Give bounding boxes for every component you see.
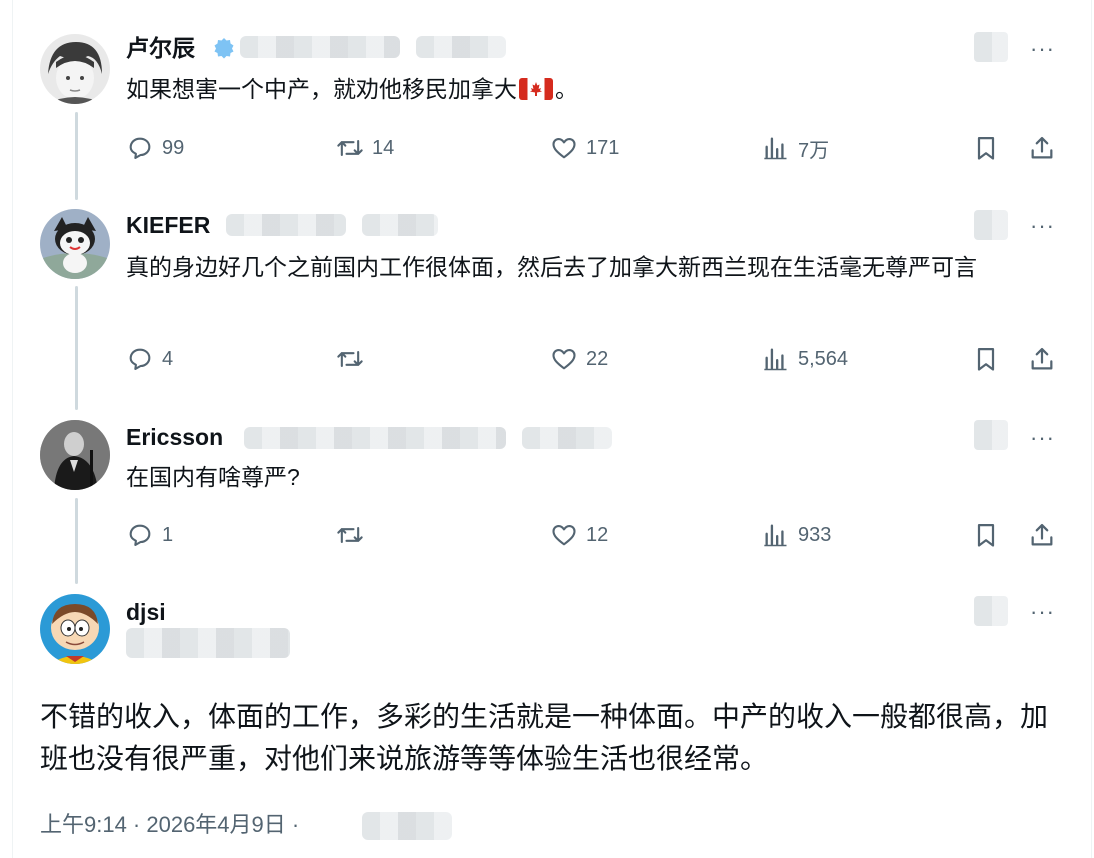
redacted-handle — [244, 427, 506, 449]
reply-count: 1 — [162, 523, 174, 546]
tweet-text: 在国内有啥尊严? — [126, 464, 300, 490]
redacted-follow — [974, 596, 1008, 626]
tweet-text: 真的身边好几个之前国内工作很体面，然后去了加拿大新西兰现在生活毫无尊严可言 — [126, 254, 977, 280]
timestamp-link[interactable]: 上午9:14 · 2026年4月9日 · — [40, 812, 299, 837]
reply-button[interactable]: 4 — [126, 343, 173, 375]
views-count: 5,564 — [798, 347, 849, 370]
action-bar: 1 12 933 — [126, 519, 1066, 551]
more-icon[interactable]: ··· — [1030, 601, 1055, 623]
share-icon — [1031, 523, 1053, 546]
like-icon — [552, 137, 576, 159]
like-count: 171 — [586, 136, 620, 159]
action-bar: 99 14 171 7万 — [126, 132, 1066, 164]
views-button[interactable]: 5,564 — [762, 343, 848, 375]
action-bar: 4 22 5,564 — [126, 343, 1066, 375]
bookmark-icon — [977, 136, 995, 160]
bookmark-button[interactable] — [972, 519, 1000, 551]
verified-badge-icon — [214, 38, 234, 59]
redacted-handle — [522, 427, 612, 449]
avatar[interactable] — [40, 420, 110, 490]
thread-connector — [75, 286, 78, 410]
avatar-image — [40, 594, 110, 664]
like-icon — [552, 348, 576, 370]
views-icon — [764, 524, 787, 547]
views-button[interactable]: 933 — [762, 519, 831, 551]
retweet-icon — [337, 139, 363, 157]
redacted-date — [974, 420, 1008, 450]
main-tweet-text: 不错的收入，体面的工作，多彩的生活就是一种体面。中产的收入一般都很高，加班也没有… — [40, 701, 1049, 774]
like-count: 22 — [586, 347, 609, 370]
display-name[interactable]: KIEFER — [126, 211, 210, 239]
retweet-count: 14 — [372, 136, 395, 159]
display-name[interactable]: 卢尔辰 — [126, 34, 195, 62]
like-button[interactable]: 22 — [550, 343, 608, 375]
reply-count: 4 — [162, 347, 174, 370]
views-button[interactable]: 7万 — [762, 132, 829, 164]
redacted-handle — [240, 36, 400, 58]
display-name[interactable]: Ericsson — [126, 423, 223, 451]
views-count: 933 — [798, 523, 832, 546]
share-icon — [1031, 136, 1053, 159]
avatar[interactable] — [40, 34, 110, 104]
tweet-thread-page: 卢尔辰 ··· 如果想害一个中产，就劝他移民加拿大。 99 14 171 7万 … — [0, 0, 1094, 858]
avatar-image — [40, 420, 110, 490]
tweet-text: 如果想害一个中产，就劝他移民加拿大 。 — [126, 72, 1066, 106]
reply-icon — [129, 137, 151, 159]
redacted-handle — [226, 214, 346, 236]
share-button[interactable] — [1028, 519, 1056, 551]
avatar[interactable] — [40, 209, 110, 279]
views-count: 7万 — [798, 139, 830, 162]
more-icon[interactable]: ··· — [1030, 38, 1055, 60]
tweet-metadata: 上午9:14 · 2026年4月9日 · — [40, 810, 299, 840]
share-button[interactable] — [1028, 343, 1056, 375]
avatar-image — [40, 34, 110, 104]
thread-connector — [75, 112, 78, 200]
like-button[interactable]: 12 — [550, 519, 608, 551]
retweet-icon — [337, 526, 363, 544]
like-icon — [552, 524, 576, 546]
canada-flag-icon — [519, 78, 553, 100]
retweet-button[interactable] — [336, 343, 372, 375]
more-icon[interactable]: ··· — [1030, 215, 1055, 237]
share-button[interactable] — [1028, 132, 1056, 164]
display-name[interactable]: djsi — [126, 598, 166, 626]
reply-icon — [129, 348, 151, 370]
tweet-text-part: 如果想害一个中产，就劝他移民加拿大 — [126, 76, 517, 102]
retweet-icon — [337, 350, 363, 368]
redacted-date — [974, 32, 1008, 62]
redacted-date — [974, 210, 1008, 240]
avatar[interactable] — [40, 594, 110, 664]
share-icon — [1031, 347, 1053, 370]
bookmark-button[interactable] — [972, 343, 1000, 375]
views-icon — [764, 137, 787, 160]
more-icon[interactable]: ··· — [1030, 427, 1055, 449]
tweet-text-part: 。 — [555, 76, 578, 102]
redacted-handle — [126, 628, 290, 658]
redacted-handle — [416, 36, 506, 58]
redacted-handle — [362, 214, 438, 236]
retweet-button[interactable] — [336, 519, 372, 551]
retweet-button[interactable]: 14 — [336, 132, 394, 164]
avatar-image — [40, 209, 110, 279]
reply-button[interactable]: 1 — [126, 519, 173, 551]
thread-connector — [75, 498, 78, 584]
bookmark-button[interactable] — [972, 132, 1000, 164]
reply-button[interactable]: 99 — [126, 132, 184, 164]
reply-count: 99 — [162, 136, 185, 159]
like-count: 12 — [586, 523, 609, 546]
views-icon — [764, 348, 787, 371]
bookmark-icon — [977, 347, 995, 371]
reply-icon — [129, 524, 151, 546]
bookmark-icon — [977, 523, 995, 547]
redacted-views — [362, 812, 452, 840]
like-button[interactable]: 171 — [550, 132, 619, 164]
